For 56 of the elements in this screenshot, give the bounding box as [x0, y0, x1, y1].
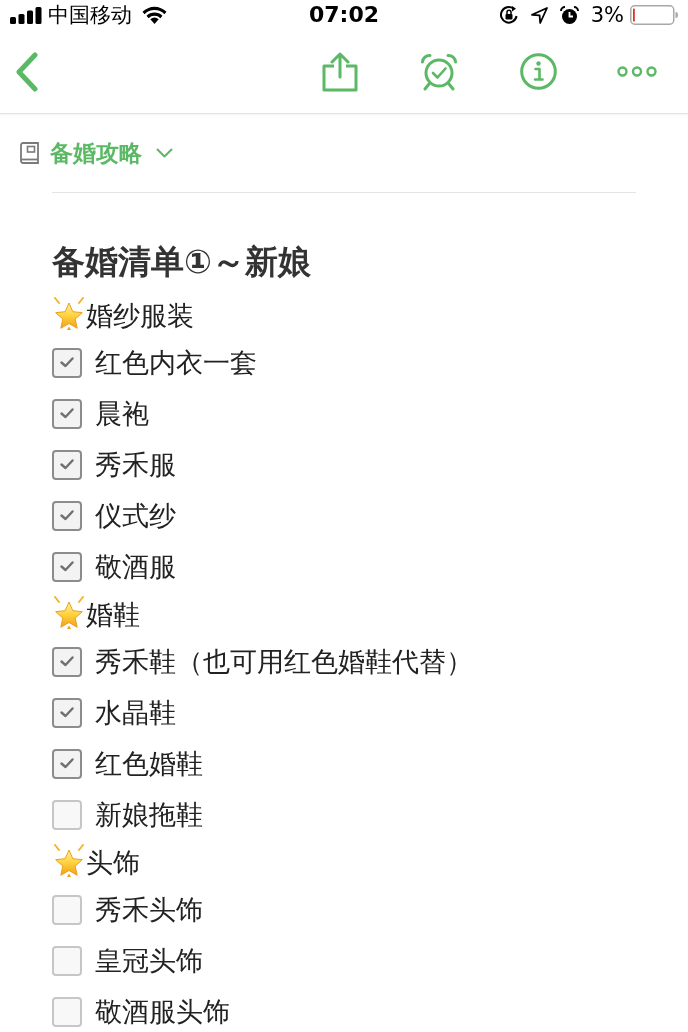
checkbox[interactable]: [52, 398, 82, 429]
section-heading: 头饰: [86, 848, 140, 876]
checkbox[interactable]: [52, 996, 82, 1027]
checklist-item-label: 敬酒服头饰: [95, 994, 230, 1029]
checklist-item-label: 红色婚鞋: [95, 746, 203, 781]
chevron-down-icon: [156, 148, 173, 158]
checklist-item-label: 水晶鞋: [95, 695, 176, 730]
checkbox[interactable]: [52, 449, 82, 480]
checklist-item-label: 秀禾鞋（也可用红色婚鞋代替）: [95, 644, 473, 679]
share-icon: [322, 51, 358, 92]
alarm-clock-check-icon: [420, 52, 458, 91]
checkbox[interactable]: [52, 646, 82, 677]
check-icon: [60, 510, 74, 521]
check-icon: [60, 408, 74, 419]
checkbox[interactable]: [52, 945, 82, 976]
battery-percent: 3%: [590, 4, 624, 26]
checklist-item-label: 仪式纱: [95, 498, 176, 533]
rotation-lock-icon: [498, 5, 519, 25]
check-icon: [60, 459, 74, 470]
wifi-icon: [142, 6, 167, 24]
checkbox[interactable]: [52, 799, 82, 830]
checklist-item-label: 敬酒服: [95, 549, 176, 584]
glowing-star-icon: [52, 297, 86, 333]
notebook-selector[interactable]: 备婚攻略: [50, 141, 173, 165]
section-heading: 婚鞋: [86, 600, 140, 628]
check-icon: [60, 656, 74, 667]
notebook-icon: [20, 142, 39, 164]
checkbox[interactable]: [52, 748, 82, 779]
checkbox[interactable]: [52, 500, 82, 531]
section-heading: 婚纱服装: [86, 301, 194, 329]
checkbox[interactable]: [52, 894, 82, 925]
more-icon: [617, 66, 657, 77]
carrier-name: 中国移动: [48, 4, 132, 26]
checklist-item-label: 新娘拖鞋: [95, 797, 203, 832]
battery-icon: [630, 5, 678, 25]
check-icon: [60, 357, 74, 368]
checklist-item-label: 秀禾头饰: [95, 892, 203, 927]
checklist-item-label: 晨袍: [95, 396, 149, 431]
alarm-clock-icon: [559, 5, 579, 25]
check-icon: [60, 561, 74, 572]
checklist-item-label: 红色内衣一套: [95, 345, 257, 380]
info-icon: [519, 53, 557, 90]
check-icon: [60, 758, 74, 769]
check-icon: [60, 707, 74, 718]
glowing-star-icon: [52, 844, 86, 880]
checkbox[interactable]: [52, 551, 82, 582]
checkbox[interactable]: [52, 347, 82, 378]
checklist-item-label: 皇冠头饰: [95, 943, 203, 978]
status-time: 07:02: [309, 4, 379, 26]
checklist-item-label: 秀禾服: [95, 447, 176, 482]
chevron-left-icon: [15, 51, 39, 92]
signal-bars-icon: [10, 6, 42, 24]
glowing-star-icon: [52, 596, 86, 632]
checkbox[interactable]: [52, 697, 82, 728]
note-title: 备婚清单①～新娘: [52, 240, 312, 283]
location-arrow-icon: [530, 6, 548, 24]
